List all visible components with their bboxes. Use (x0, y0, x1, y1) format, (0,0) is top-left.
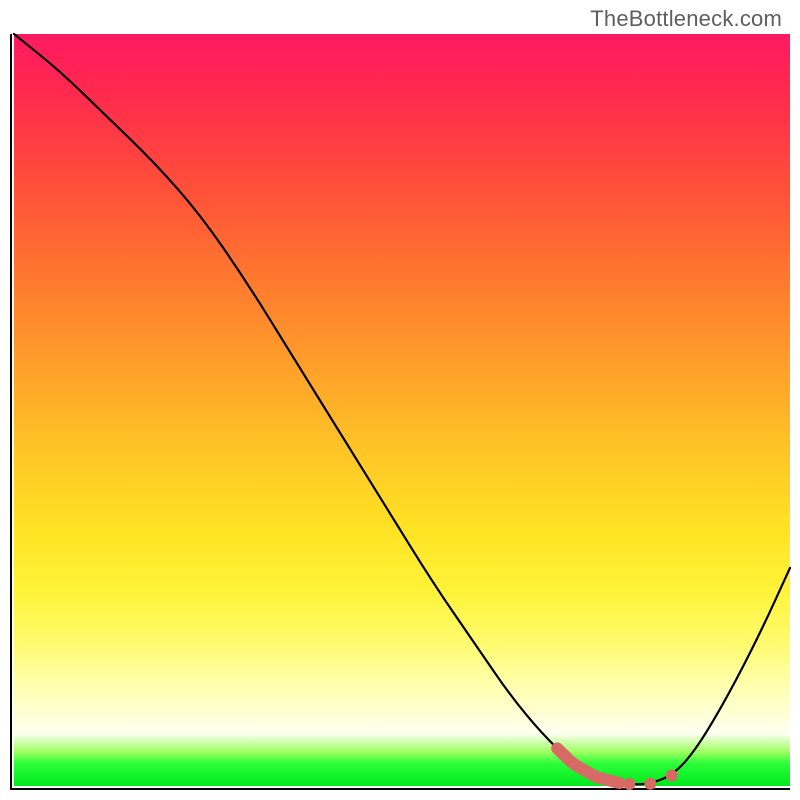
highlight-segment (608, 780, 620, 783)
attribution-text: TheBottleneck.com (590, 6, 782, 32)
chart-root: TheBottleneck.com (0, 0, 800, 800)
curve-path (14, 34, 790, 784)
bottleneck-curve (14, 34, 790, 786)
valley-highlights (557, 748, 678, 790)
highlight-dot (666, 770, 678, 782)
highlight-dot (644, 778, 656, 790)
highlight-segment (557, 748, 604, 779)
plot-frame (10, 34, 790, 790)
highlight-dot (623, 778, 635, 790)
